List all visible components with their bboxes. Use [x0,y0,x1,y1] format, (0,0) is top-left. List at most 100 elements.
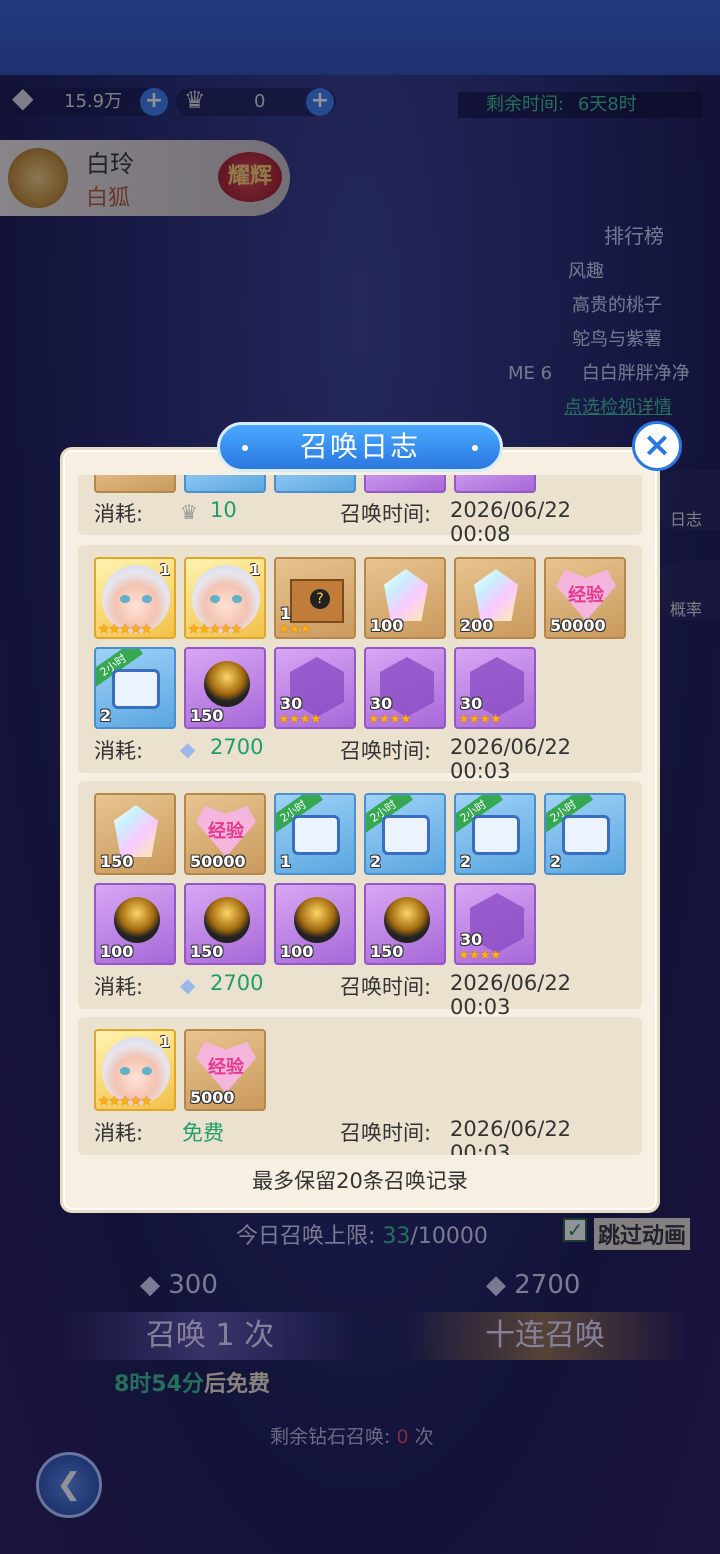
exp-heart-item: 经验 5000 [184,1029,266,1111]
cost-value: 10 [210,498,237,522]
record-meta: 消耗: ◆ 2700 召唤时间: 2026/06/22 00:03 [94,735,634,783]
time-value: 2026/06/22 00:03 [450,971,572,1019]
exp-heart-item: 经验 50000 [184,793,266,875]
title-dot-left [242,445,248,451]
chest-icon [472,815,520,855]
time-label: 召唤时间: [340,502,432,526]
item-count: 150 [190,942,224,961]
crystal-icon [474,569,518,621]
golden-egg-icon [204,661,250,707]
mystery-box-icon: ? [290,579,344,623]
item-count: 30 [460,694,483,713]
item-count: 150 [370,942,404,961]
item-stars: ★★★★★ [188,622,242,637]
retention-note: 最多保留20条召唤记录 [252,1169,468,1193]
reward-item [454,475,536,493]
chest-item: 2小时 2 [454,793,536,875]
exp-heart-icon: 经验 [196,1041,256,1093]
time-label: 召唤时间: [340,739,432,763]
crystal-item: 100 [364,557,446,639]
character-card-item: 1 ★★★★★ [94,1029,176,1111]
egg-item: 100 [94,883,176,965]
time-value: 2026/06/22 00:03 [450,1117,572,1155]
item-count: 1 [280,852,292,871]
exp-heart-item: 经验 50000 [544,557,626,639]
cost-value: 2700 [210,971,264,995]
character-card-item: 1 ★★★★★ [184,557,266,639]
mystery-box-item: ? 1 ★★★ [274,557,356,639]
egg-item: 150 [364,883,446,965]
chest-item: 2小时 1 [274,793,356,875]
egg-item: 100 [274,883,356,965]
crystal-icon [114,805,158,857]
item-count: 100 [280,942,314,961]
item-count: 100 [370,616,404,635]
time-value: 2026/06/22 00:03 [450,735,572,783]
gem-item: 30 ★★★★ [364,647,446,729]
item-count: 30 [460,930,483,949]
exp-text: 经验 [568,585,604,606]
gem-item: 30 ★★★★ [274,647,356,729]
cost-label: 消耗: [94,975,144,999]
dialog-title-text: 召唤日志 [299,430,420,463]
crystal-item: 200 [454,557,536,639]
chest-icon [112,669,160,709]
crystal-item: 150 [94,793,176,875]
item-stars: ★★★ [278,622,311,637]
cost-value: 2700 [210,735,264,759]
time-label: 召唤时间: [340,1121,432,1145]
chest-icon [382,815,430,855]
golden-egg-icon [114,897,160,943]
reward-item [94,475,176,493]
record-meta: 消耗: ♛ 10 召唤时间: 2026/06/22 00:08 [94,498,634,546]
item-count: 1 [159,561,170,579]
reward-item [274,475,356,493]
item-count: 2 [100,706,112,725]
item-count: 200 [460,616,494,635]
cost-label: 消耗: [94,1121,144,1145]
egg-item: 150 [184,883,266,965]
item-stars: ★★★★ [458,948,502,963]
item-count: 1 [159,1033,170,1051]
chest-item: 2小时 2 [94,647,176,729]
exp-heart-icon: 经验 [196,805,256,857]
log-record: 1 ★★★★★ 1 ★★★★★ ? 1 ★★★ 100 200 经验 50000… [78,545,642,783]
chest-item: 2小时 2 [364,793,446,875]
summon-log-list[interactable]: 消耗: ♛ 10 召唤时间: 2026/06/22 00:08 1 ★★★★★ … [78,475,642,1155]
item-stars: ★★★★ [458,712,502,727]
exp-text: 经验 [208,1057,244,1078]
time-label: 召唤时间: [340,975,432,999]
title-dot-right [472,445,478,451]
dress-icon: ♛ [180,500,198,524]
dialog-title: 召唤日志 [217,422,503,472]
gem-item: 30 ★★★★ [454,883,536,965]
record-meta: 消耗: ◆ 2700 召唤时间: 2026/06/22 00:03 [94,971,634,1019]
item-count: 150 [190,706,224,725]
close-icon: × [642,425,672,465]
egg-item: 150 [184,647,266,729]
exp-heart-icon: 经验 [556,569,616,621]
item-count: 50000 [550,616,606,635]
item-count: 30 [280,694,303,713]
gem-item: 30 ★★★★ [454,647,536,729]
item-count: 50000 [190,852,246,871]
reward-item [184,475,266,493]
item-count: 2 [550,852,562,871]
log-record: 1 ★★★★★ 经验 5000 消耗: 免费 召唤时间: 2026/06/22 … [78,1017,642,1155]
time-value: 2026/06/22 00:08 [450,498,572,546]
golden-egg-icon [294,897,340,943]
item-stars: ★★★★★ [98,622,152,637]
chest-item: 2小时 2 [544,793,626,875]
item-stars: ★★★★ [368,712,412,727]
close-button[interactable]: × [632,421,682,471]
crystal-icon [384,569,428,621]
chest-icon [292,815,340,855]
record-meta: 消耗: 免费 召唤时间: 2026/06/22 00:03 [94,1117,634,1155]
item-stars: ★★★★ [278,712,322,727]
golden-egg-icon [204,897,250,943]
chest-icon [562,815,610,855]
log-record: 150 经验 50000 2小时 1 2小时 2 2小时 2 2小时 2 100… [78,781,642,1019]
cost-label: 消耗: [94,502,144,526]
cost-value: 免费 [182,1121,224,1145]
item-count: 30 [370,694,393,713]
